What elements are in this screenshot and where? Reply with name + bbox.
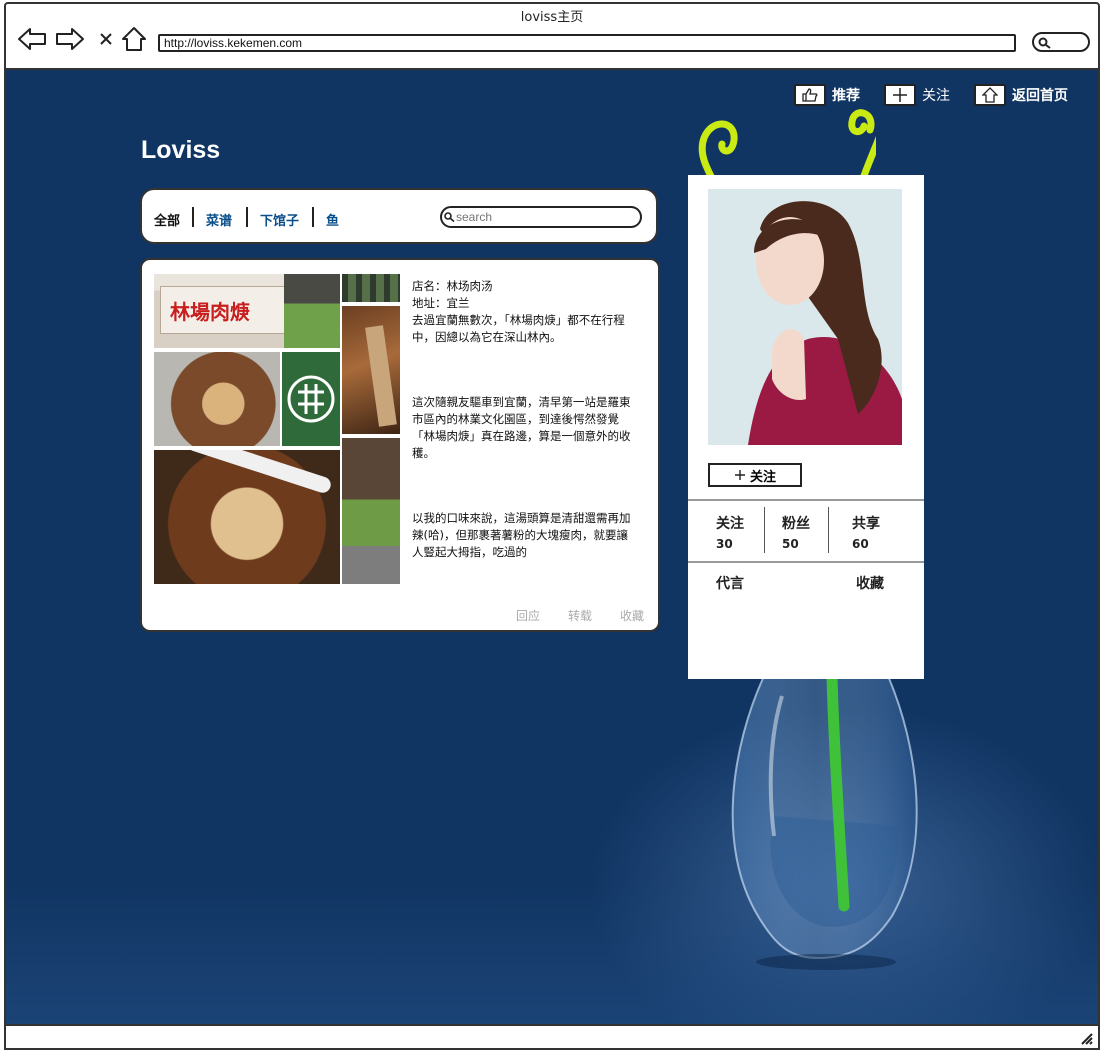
- page-viewport: 推荐 关注 返回首页 Loviss 全部 菜谱 下馆子 鱼 林場肉焿: [4, 70, 1100, 1024]
- post-body: 店名：林场肉汤 地址：宜兰 去過宜蘭無數次，「林場肉焿」都不在行程中，因總以為它…: [412, 278, 632, 561]
- photo-soup-bowl[interactable]: [154, 352, 280, 446]
- browser-window-frame: loviss主页: [4, 2, 1100, 70]
- search-icon: [1038, 37, 1051, 49]
- follow-link[interactable]: 关注: [884, 84, 950, 106]
- tab-divider: [312, 207, 314, 227]
- forward-arrow-icon: [56, 28, 84, 50]
- recommend-label: 推荐: [832, 88, 860, 104]
- sign-text: 林場肉焿: [170, 300, 250, 324]
- post-store-name: 店名：林场肉汤: [412, 279, 493, 293]
- reply-link[interactable]: 回应: [516, 607, 540, 624]
- follow-button-label: 关注: [749, 469, 776, 485]
- collect-link[interactable]: 收藏: [620, 607, 644, 624]
- post-paragraph: 去過宜蘭無數次，「林場肉焿」都不在行程中，因總以為它在深山林內。: [412, 313, 625, 344]
- stat-followers[interactable]: 粉丝 50: [782, 513, 810, 551]
- forward-button[interactable]: [54, 24, 86, 54]
- divider: [688, 561, 924, 563]
- tab-restaurants[interactable]: 下馆子: [260, 210, 299, 229]
- tab-fish[interactable]: 鱼: [326, 210, 339, 229]
- browser-search-box[interactable]: [1032, 32, 1090, 52]
- close-icon: [100, 33, 112, 45]
- photo-soup-closeup[interactable]: [154, 450, 340, 584]
- stat-divider: [764, 507, 765, 553]
- back-home-label: 返回首页: [1012, 88, 1068, 104]
- photo-wooden-pillar[interactable]: [342, 306, 400, 434]
- stat-value: 50: [782, 537, 799, 551]
- vase-illustration: [731, 676, 918, 970]
- photo-shop-sign[interactable]: 林場肉焿: [154, 274, 340, 348]
- back-button[interactable]: [16, 24, 48, 54]
- repost-link[interactable]: 转载: [568, 607, 592, 624]
- divider: [688, 499, 924, 501]
- plus-icon: [884, 84, 916, 106]
- stat-shared[interactable]: 共享 60: [852, 513, 880, 551]
- post-card: 林場肉焿 店名：林场肉汤 地址：宜兰 去過宜蘭無數次，「林場肉焿」都不在行程中，…: [140, 258, 660, 632]
- url-bar[interactable]: [158, 34, 1016, 52]
- tab-motto[interactable]: 代言: [716, 573, 744, 593]
- stat-label: 共享: [852, 516, 880, 532]
- stat-divider: [828, 507, 829, 553]
- stat-label: 关注: [716, 516, 744, 532]
- tab-divider: [246, 207, 248, 227]
- back-arrow-icon: [18, 28, 46, 50]
- post-address: 地址：宜兰: [412, 296, 470, 310]
- stat-label: 粉丝: [782, 516, 810, 532]
- tab-recipes[interactable]: 菜谱: [206, 210, 232, 229]
- stat-following[interactable]: 关注 30: [716, 513, 744, 551]
- photo-window[interactable]: [342, 274, 400, 302]
- stat-value: 30: [716, 537, 733, 551]
- tab-divider: [192, 207, 194, 227]
- follow-button[interactable]: 关注: [708, 463, 802, 487]
- site-search-box[interactable]: [440, 206, 642, 228]
- post-paragraph: 以我的口味來說，這湯頭算是清甜還需再加辣(哈)，但那裹著薯粉的大塊瘦肉，就要讓人…: [412, 511, 631, 559]
- back-home-link[interactable]: 返回首页: [974, 84, 1068, 106]
- home-icon: [974, 84, 1006, 106]
- recommend-link[interactable]: 推荐: [794, 84, 860, 106]
- url-input[interactable]: [164, 36, 1014, 50]
- avatar[interactable]: [708, 189, 902, 445]
- site-title: Loviss: [141, 136, 221, 164]
- resize-grip-icon[interactable]: [1078, 1030, 1094, 1046]
- follow-label: 关注: [922, 88, 950, 104]
- search-input[interactable]: [456, 209, 626, 225]
- window-title: loviss主页: [520, 10, 584, 25]
- plus-icon: [734, 470, 745, 480]
- home-button[interactable]: [118, 24, 150, 54]
- search-icon: [444, 212, 455, 222]
- profile-card: 关注 关注 30 粉丝 50 共享 60 代言 收藏: [688, 175, 924, 679]
- post-actions: 回应 转载 收藏: [516, 607, 644, 624]
- photo-forestry-logo[interactable]: [282, 352, 340, 446]
- forestry-logo-icon: [287, 375, 335, 423]
- home-icon: [122, 27, 146, 51]
- thumbs-up-icon: [794, 84, 826, 106]
- tab-favorites[interactable]: 收藏: [856, 573, 884, 593]
- stat-value: 60: [852, 537, 869, 551]
- photo-tree-stump[interactable]: [342, 438, 400, 584]
- post-paragraph: 這次隨親友驅車到宜蘭，清早第一站是羅東市區內的林業文化園區，到達後愕然發覺「林場…: [412, 395, 631, 460]
- status-bar: [4, 1024, 1100, 1050]
- tab-all[interactable]: 全部: [154, 210, 180, 229]
- category-bar: 全部 菜谱 下馆子 鱼: [140, 188, 658, 244]
